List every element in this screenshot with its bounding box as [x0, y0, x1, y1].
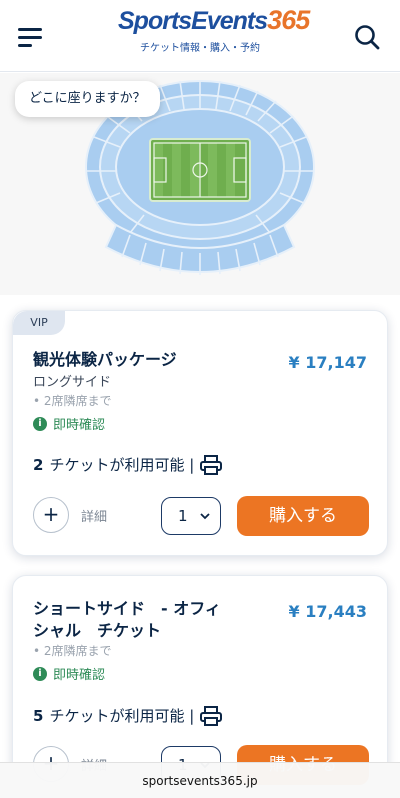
logo-main-text: SportsEvents: [118, 7, 268, 35]
ticket-seat-note: • 2席隣席まで: [33, 644, 112, 658]
details-link[interactable]: 詳細: [81, 506, 107, 525]
available-count: 5: [33, 706, 44, 725]
tickets-available: 5 チケットが利用可能 |: [33, 705, 223, 726]
logo-tagline: チケット情報・購入・予約: [140, 43, 260, 54]
info-icon: i: [33, 416, 47, 431]
instant-confirmation-label: 即時確認: [53, 418, 106, 433]
ticket-price: ¥ 17,147: [288, 353, 367, 372]
quantity-select[interactable]: 1: [161, 497, 221, 535]
site-header: SportsEvents365 チケット情報・購入・予約: [0, 0, 400, 72]
instant-confirmation: i 即時確認: [33, 414, 105, 433]
ticket-title: 観光体験パッケージ: [33, 350, 177, 369]
instant-confirmation-label: 即時確認: [53, 668, 106, 683]
printer-icon: [200, 454, 223, 475]
available-count: 2: [33, 455, 44, 474]
logo-wordmark: SportsEvents365: [118, 6, 310, 35]
ticket-price: ¥ 17,443: [288, 602, 367, 621]
ticket-section: ロングサイド: [33, 375, 112, 390]
site-logo[interactable]: SportsEvents365 チケット情報・購入・予約: [118, 6, 310, 62]
browser-url-bar[interactable]: sportsevents365.jp: [0, 762, 400, 798]
ticket-title: ショートサイド - オフィ: [33, 599, 221, 618]
ticket-title-line2: シャル チケット: [33, 621, 162, 640]
ticket-card[interactable]: VIP 観光体験パッケージ ¥ 17,147 ロングサイド • 2席隣席まで i…: [12, 310, 388, 556]
stadium-map-area: どこに座りますか？: [0, 73, 400, 295]
info-icon: i: [33, 666, 47, 681]
logo-number: 365: [267, 5, 310, 35]
available-label: チケットが利用可能 |: [49, 456, 195, 474]
expand-details-button[interactable]: +: [33, 497, 69, 533]
seat-prompt-bubble: どこに座りますか？: [15, 81, 160, 117]
ticket-seat-note: • 2席隣席まで: [33, 394, 112, 408]
available-label: チケットが利用可能 |: [49, 707, 195, 725]
hamburger-menu-icon[interactable]: [18, 26, 44, 48]
chevron-down-icon: [200, 512, 210, 519]
tickets-available: 2 チケットが利用可能 |: [33, 454, 223, 475]
buy-button[interactable]: 購入する: [237, 496, 369, 536]
instant-confirmation: i 即時確認: [33, 664, 105, 683]
quantity-value: 1: [178, 507, 188, 525]
search-icon[interactable]: [354, 24, 380, 50]
vip-badge: VIP: [13, 311, 65, 335]
printer-icon: [200, 705, 223, 726]
